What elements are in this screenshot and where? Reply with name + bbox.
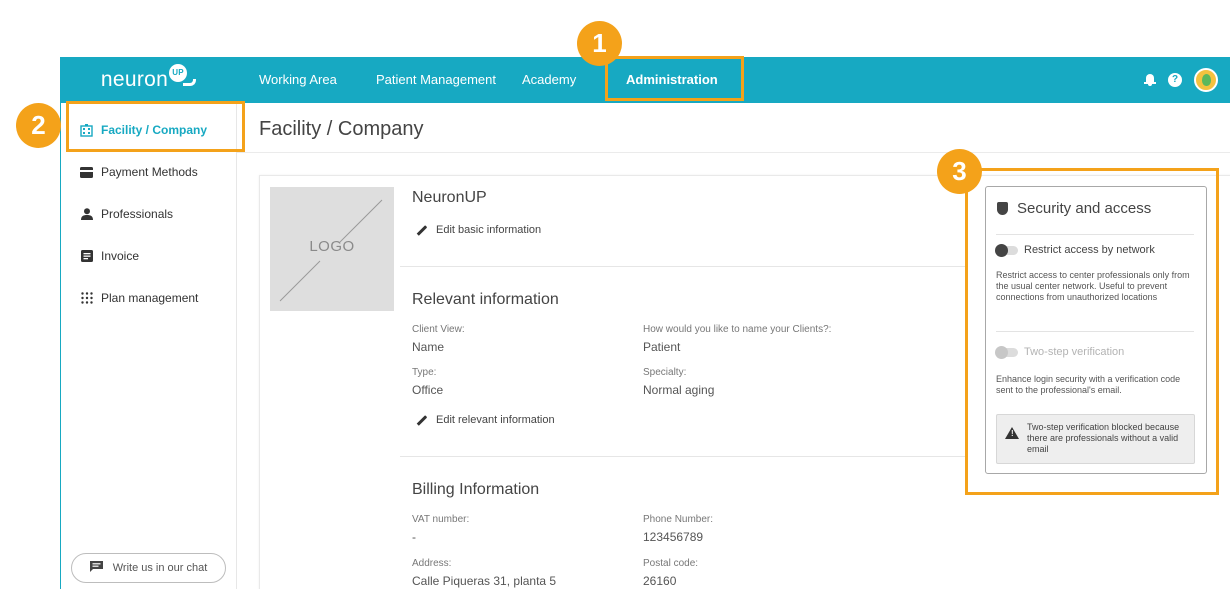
sidebar: Facility / Company Payment Methods Profe… [60, 103, 237, 589]
postal-value: 26160 [643, 574, 677, 588]
nav-working-area[interactable]: Working Area [259, 57, 337, 103]
sidebar-item-professionals[interactable]: Professionals [80, 204, 173, 224]
sidebar-item-label: Professionals [101, 207, 174, 221]
bell-icon[interactable] [1144, 74, 1156, 86]
specialty-value: Normal aging [643, 383, 715, 397]
nav-academy[interactable]: Academy [522, 57, 576, 103]
section-divider [400, 266, 966, 267]
billing-info-title: Billing Information [412, 481, 540, 498]
logo-text: neuron [100, 68, 169, 91]
type-value: Office [412, 383, 444, 397]
address-label: Address: [412, 558, 452, 569]
phone-value: 123456789 [643, 530, 704, 544]
logo-placeholder-text: LOGO [309, 238, 355, 255]
callout-frame-facility [66, 101, 245, 152]
sidebar-item-label: Invoice [101, 249, 140, 263]
phone-label: Phone Number: [643, 514, 714, 525]
document-icon [80, 250, 93, 262]
specialty-label: Specialty: [643, 367, 687, 378]
callout-frame-administration [605, 56, 744, 101]
callout-badge-1: 1 [577, 21, 622, 66]
callout-frame-security [965, 168, 1219, 495]
callout-badge-3: 3 [937, 149, 982, 194]
person-icon [80, 208, 93, 220]
vat-label: VAT number: [412, 514, 470, 525]
logo-mark [183, 78, 197, 86]
top-icons: ? [1144, 57, 1218, 103]
pencil-icon [416, 224, 428, 236]
credit-card-icon [80, 166, 93, 178]
edit-relevant-info-link[interactable]: Edit relevant information [416, 414, 555, 426]
edit-relevant-info-label: Edit relevant information [436, 414, 555, 426]
client-view-value: Name [412, 340, 445, 354]
grid-icon [80, 292, 93, 304]
callout-badge-2: 2 [16, 103, 61, 148]
header-divider [237, 152, 1230, 153]
sidebar-item-plan-management[interactable]: Plan management [80, 288, 198, 308]
nav-patient-management[interactable]: Patient Management [376, 57, 496, 103]
client-view-label: Client View: [412, 324, 465, 335]
type-label: Type: [412, 367, 437, 378]
page-title: Facility / Company [259, 118, 424, 140]
help-icon[interactable]: ? [1168, 73, 1182, 87]
section-divider [400, 456, 966, 457]
pencil-icon [416, 414, 428, 426]
company-logo-placeholder[interactable]: LOGO [270, 187, 394, 311]
sidebar-item-label: Plan management [101, 291, 199, 305]
chat-button[interactable]: Write us in our chat [71, 553, 226, 583]
neuronup-logo[interactable]: neuron UP [60, 57, 237, 103]
postal-label: Postal code: [643, 558, 699, 569]
avatar[interactable] [1194, 68, 1218, 92]
sidebar-item-payment-methods[interactable]: Payment Methods [80, 162, 198, 182]
address-value: Calle Piqueras 31, planta 5 [412, 574, 557, 588]
edit-basic-info-link[interactable]: Edit basic information [416, 224, 541, 236]
vat-value: - [412, 530, 416, 544]
name-clients-label: How would you like to name your Clients?… [643, 324, 832, 335]
chat-icon [89, 561, 103, 575]
app-window: neuron UP Working Area Patient Management… [0, 0, 1230, 589]
sidebar-item-invoice[interactable]: Invoice [80, 246, 139, 266]
chat-button-label: Write us in our chat [112, 562, 208, 574]
sidebar-item-label: Payment Methods [101, 165, 198, 179]
relevant-info-title: Relevant information [412, 291, 559, 308]
name-clients-value: Patient [643, 340, 681, 354]
edit-basic-info-label: Edit basic information [436, 224, 542, 236]
company-name: NeuronUP [412, 189, 487, 206]
